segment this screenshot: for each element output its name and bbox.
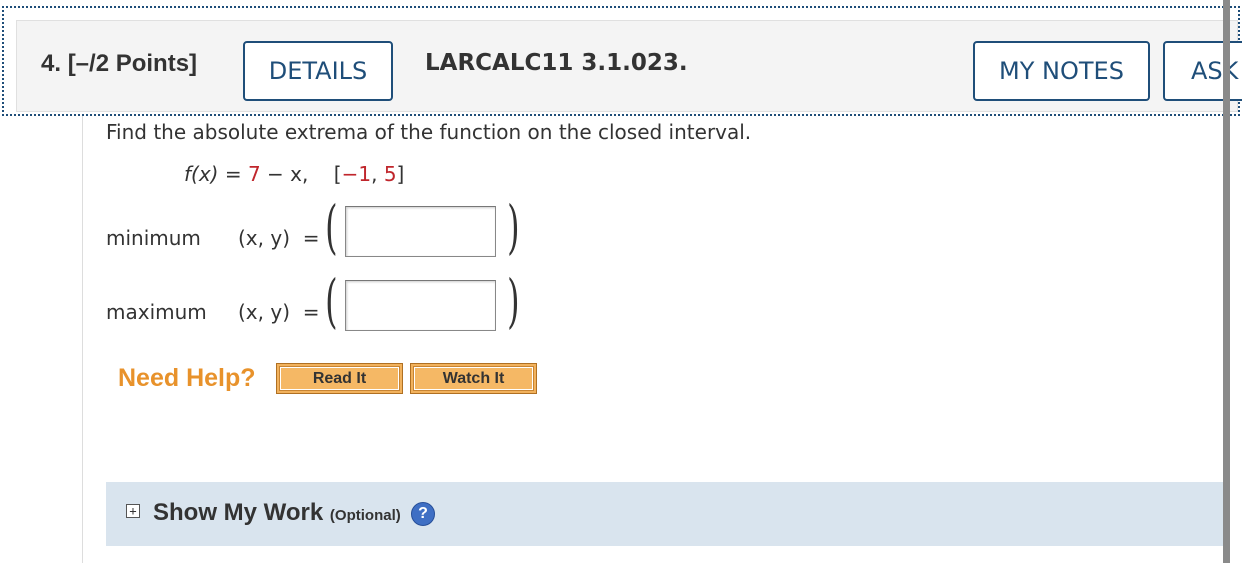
minimum-coords-label: (x, y) = <box>238 226 320 250</box>
show-my-work-panel: + Show My Work (Optional) ? <box>106 482 1224 546</box>
content-divider <box>82 116 83 563</box>
read-it-button[interactable]: Read It <box>276 363 403 394</box>
function-expression: f(x) = 7 − x, [−1, 5] <box>184 162 405 186</box>
question-number: 4. <box>41 50 62 77</box>
minimum-label: minimum <box>106 226 201 250</box>
expand-icon[interactable]: + <box>126 504 140 518</box>
show-my-work-title[interactable]: Show My Work (Optional) <box>153 499 401 527</box>
watch-it-button[interactable]: Watch It <box>410 363 537 394</box>
help-icon[interactable]: ? <box>411 502 435 526</box>
maximum-close-paren: ) <box>507 267 520 335</box>
points-label: [–/2 Points] <box>67 50 198 77</box>
question-header: 4. [–/2 Points] DETAILS LARCALC11 3.1.02… <box>2 6 1242 116</box>
question-number-points: 4. [–/2 Points] <box>41 50 197 78</box>
details-button[interactable]: DETAILS <box>243 41 393 101</box>
optional-label: (Optional) <box>329 507 401 524</box>
read-it-label: Read It <box>280 367 399 390</box>
maximum-open-paren: ( <box>325 267 338 335</box>
minimum-answer-input[interactable] <box>345 206 496 257</box>
watch-it-label: Watch It <box>414 367 533 390</box>
question-prompt: Find the absolute extrema of the functio… <box>106 120 752 144</box>
maximum-label: maximum <box>106 300 207 324</box>
minimum-close-paren: ) <box>507 193 520 261</box>
problem-code: LARCALC11 3.1.023. <box>425 50 688 76</box>
scrollbar[interactable] <box>1223 0 1230 563</box>
maximum-answer-input[interactable] <box>345 280 496 331</box>
my-notes-button[interactable]: MY NOTES <box>973 41 1150 101</box>
maximum-coords-label: (x, y) = <box>238 300 320 324</box>
need-help-label: Need Help? <box>118 364 256 392</box>
minimum-open-paren: ( <box>325 193 338 261</box>
header-bar: 4. [–/2 Points] DETAILS LARCALC11 3.1.02… <box>16 20 1242 112</box>
ask-teacher-button[interactable]: ASK YOUR TEACHER <box>1163 41 1242 101</box>
